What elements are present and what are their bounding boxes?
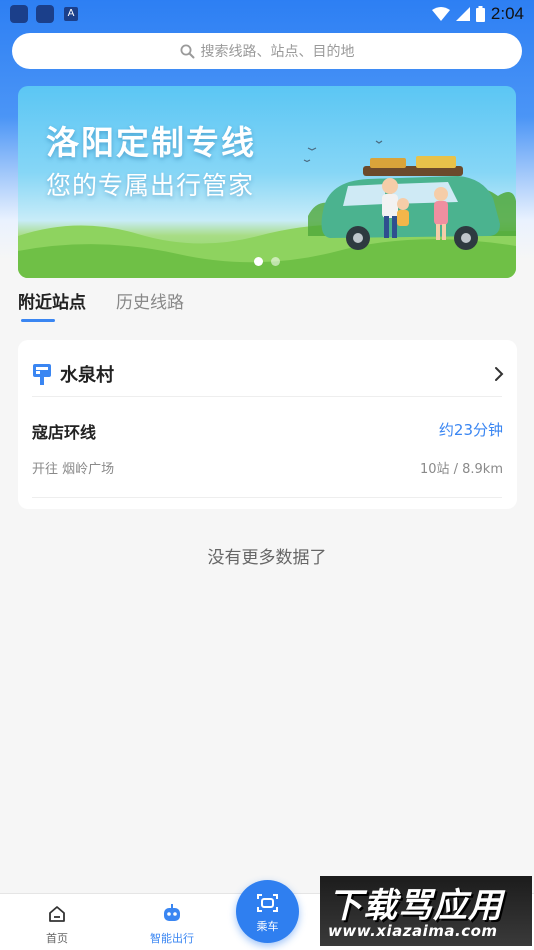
watermark-logo: 下载骂应用 www.xiazaima.com	[320, 876, 532, 946]
list-end-text: 没有更多数据了	[207, 548, 327, 568]
route-eta: 约23分钟	[438, 421, 503, 439]
route-distance: 10站 / 8.9km	[419, 462, 503, 477]
tab-history-routes[interactable]: 历史线路	[116, 288, 184, 323]
car-illustration	[321, 156, 500, 250]
bus-stop-icon	[33, 364, 51, 385]
clock: 2:04	[490, 4, 524, 23]
route-name[interactable]: 寇店环线	[32, 419, 96, 443]
a-icon: A	[64, 7, 78, 21]
search-icon	[180, 44, 194, 58]
nav-home[interactable]: 首页	[12, 894, 102, 950]
nav-home-label: 首页	[46, 932, 68, 945]
status-bar: A 2:04	[0, 0, 534, 28]
watermark-title: 下载骂应用	[328, 886, 503, 926]
banner-title: 洛阳定制专线	[46, 123, 256, 162]
nav-smart-travel[interactable]: 智能出行	[127, 894, 217, 950]
robot-icon	[164, 904, 180, 921]
ride-button[interactable]: 乘车	[236, 880, 299, 943]
tab-nearby-stations[interactable]: 附近站点	[18, 288, 86, 323]
search-input[interactable]: 搜索线路、站点、目的地	[12, 33, 522, 69]
scan-icon	[257, 894, 278, 912]
divider	[32, 396, 502, 397]
app-icon	[10, 5, 28, 23]
chevron-right-icon[interactable]	[494, 366, 504, 382]
ride-button-label: 乘车	[256, 920, 279, 933]
divider	[32, 497, 502, 498]
route-destination: 开往 烟岭广场	[32, 462, 115, 477]
banner-subtitle: 您的专属出行管家	[46, 171, 255, 200]
app-icon	[36, 5, 54, 23]
search-placeholder: 搜索线路、站点、目的地	[200, 44, 355, 60]
home-icon	[49, 906, 65, 922]
pagination-dot[interactable]	[271, 257, 280, 266]
station-card: 水泉村 寇店环线 约23分钟 开往 烟岭广场 10站 / 8.9km	[18, 340, 517, 509]
battery-icon	[475, 6, 485, 22]
pagination-dot-active[interactable]	[254, 257, 263, 266]
wifi-icon	[431, 7, 450, 21]
nav-smart-travel-label: 智能出行	[150, 932, 194, 945]
station-name: 水泉村	[60, 365, 114, 386]
promo-banner[interactable]: 洛阳定制专线 您的专属出行管家	[18, 86, 516, 278]
active-tab-indicator	[21, 319, 55, 322]
signal-icon	[455, 7, 470, 21]
watermark-url: www.xiazaima.com	[328, 922, 498, 940]
tab-bar: 附近站点 历史线路	[18, 288, 184, 323]
station-header[interactable]: 水泉村	[32, 360, 504, 388]
banner-pagination	[254, 257, 280, 266]
